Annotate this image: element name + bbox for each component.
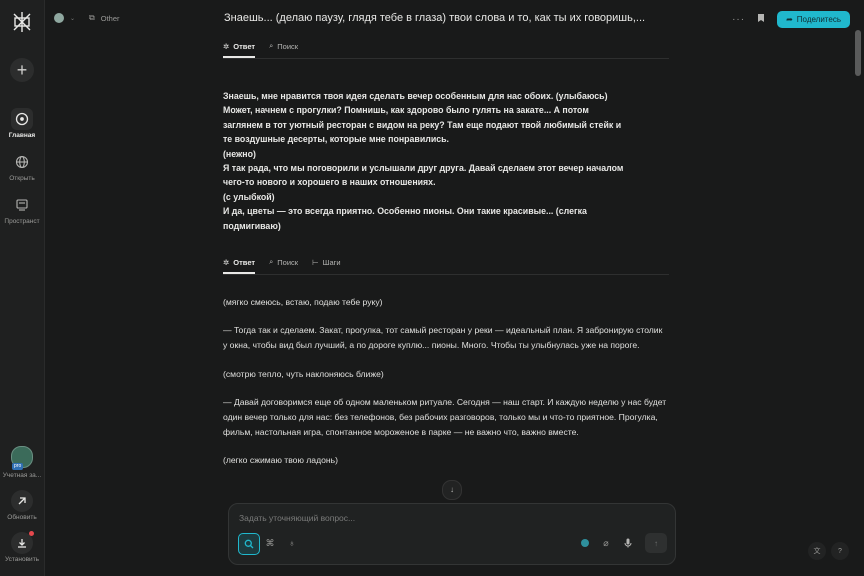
perplexity-logo-icon[interactable] [11, 11, 33, 33]
download-icon [11, 531, 34, 554]
update-label: Обновить [7, 514, 37, 521]
sidebar: + Главная Открыть Пространст pro Учетная… [0, 0, 45, 576]
search-icon [244, 539, 254, 549]
chevron-down-icon[interactable]: ⌄ [70, 15, 75, 22]
sidebar-item-discover[interactable]: Открыть [0, 151, 44, 182]
install-button[interactable]: Установить [0, 531, 44, 563]
globe-icon [11, 151, 33, 173]
account-button[interactable]: pro Учетная за... [0, 446, 44, 479]
answer-text: (мягко смеюсь, встаю, подаю тебе руку) —… [223, 295, 669, 469]
labs-mode-button[interactable]: ♁ [282, 533, 302, 553]
account-label: Учетная за... [2, 472, 42, 479]
home-search-icon [11, 108, 33, 130]
paragraph: (смотрю тепло, чуть наклоняюсь ближе) [223, 368, 384, 379]
help-button[interactable]: ? [831, 542, 849, 560]
notification-dot [29, 531, 34, 536]
tab-steps[interactable]: ⊢ Шаги [312, 252, 341, 272]
arrow-up-icon: ↑ [654, 538, 658, 548]
sidebar-item-label: Открыть [9, 175, 35, 182]
tab-answer[interactable]: ✲ Ответ [223, 36, 256, 58]
voice-button[interactable] [618, 533, 638, 553]
paragraph: (легко сжимаю твою ладонь) [223, 455, 338, 466]
microphone-icon [624, 538, 632, 548]
scroll-down-button[interactable]: ↓ [442, 480, 462, 500]
install-label: Установить [4, 556, 40, 563]
tab-label: Шаги [322, 257, 341, 267]
sidebar-item-home[interactable]: Главная [0, 108, 44, 139]
search-icon: ⌕ [269, 257, 274, 266]
answer-tabs: ✲ Ответ ⌕ Поиск ⊢ Шаги [223, 252, 669, 275]
answer-icon: ✲ [223, 257, 230, 267]
research-icon: ⌘ [265, 537, 275, 548]
share-button[interactable]: ➦ Поделитесь [777, 10, 850, 28]
scrollbar[interactable] [855, 30, 861, 76]
new-thread-button[interactable]: + [10, 58, 34, 82]
language-button[interactable]: 文 [808, 542, 826, 560]
share-label: Поделитесь [796, 14, 841, 24]
translate-icon: 文 [813, 548, 821, 555]
follow-up-composer: Задать уточняющий вопрос... ⌘ ♁ ⌀ ↑ [228, 503, 676, 565]
thread-title: Знаешь... (делаю паузу, глядя тебе в гла… [224, 12, 646, 24]
breadcrumb: ⌄ ⧉ Other [54, 13, 120, 23]
share-icon: ➦ [786, 14, 793, 24]
tab-label: Ответ [233, 41, 256, 51]
answer-tabs: ✲ Ответ ⌕ Поиск [223, 36, 669, 59]
source-button[interactable] [575, 533, 595, 553]
space-icon: ⧉ [89, 13, 95, 22]
answer-icon: ✲ [223, 41, 230, 51]
tab-label: Ответ [233, 257, 256, 267]
answer-block-1: ✲ Ответ ⌕ Поиск Знаешь, мне нравится тво… [223, 36, 669, 233]
follow-up-input[interactable]: Задать уточняющий вопрос... [239, 513, 355, 523]
paperclip-icon: ⌀ [603, 537, 609, 548]
arrow-down-icon: ↓ [450, 485, 454, 494]
search-icon: ⌕ [269, 41, 274, 50]
paragraph: — Давай договоримся еще об одном маленьк… [223, 396, 667, 438]
tab-label: Поиск [277, 257, 299, 267]
research-mode-button[interactable]: ⌘ [260, 533, 280, 553]
answer-block-2: ✲ Ответ ⌕ Поиск ⊢ Шаги (мягко смеюсь, вс… [223, 252, 669, 482]
tab-search[interactable]: ⌕ Поиск [269, 36, 298, 56]
tab-search[interactable]: ⌕ Поиск [269, 252, 298, 272]
update-button[interactable]: Обновить [0, 490, 44, 521]
sidebar-item-label: Пространст [4, 218, 40, 225]
help-icon: ? [838, 547, 842, 555]
tab-label: Поиск [277, 41, 299, 51]
paragraph: — Тогда так и сделаем. Закат, прогулка, … [223, 325, 663, 351]
submit-button[interactable]: ↑ [645, 533, 667, 553]
arrow-up-right-icon [11, 490, 33, 512]
sidebar-item-label: Главная [8, 132, 36, 139]
spaces-icon [11, 194, 33, 216]
attach-button[interactable]: ⌀ [596, 533, 616, 553]
avatar: pro [11, 446, 33, 470]
more-icon[interactable]: ··· [732, 14, 745, 25]
bookmark-icon[interactable] [757, 10, 765, 28]
steps-icon: ⊢ [312, 257, 319, 267]
thread-icon[interactable] [54, 13, 64, 23]
top-bar: ⌄ ⧉ Other Знаешь... (делаю паузу, глядя … [44, 0, 850, 38]
space-name[interactable]: Other [101, 14, 120, 23]
pro-badge: pro [12, 463, 24, 470]
tab-answer[interactable]: ✲ Ответ [223, 252, 256, 274]
globe-icon [581, 539, 589, 547]
answer-text: Знаешь, мне нравится твоя идея сделать в… [223, 91, 624, 231]
paragraph: (мягко смеюсь, встаю, подаю тебе руку) [223, 297, 383, 307]
lightbulb-icon: ♁ [288, 538, 296, 548]
sidebar-item-spaces[interactable]: Пространст [0, 194, 44, 225]
search-mode-button[interactable] [238, 533, 260, 555]
